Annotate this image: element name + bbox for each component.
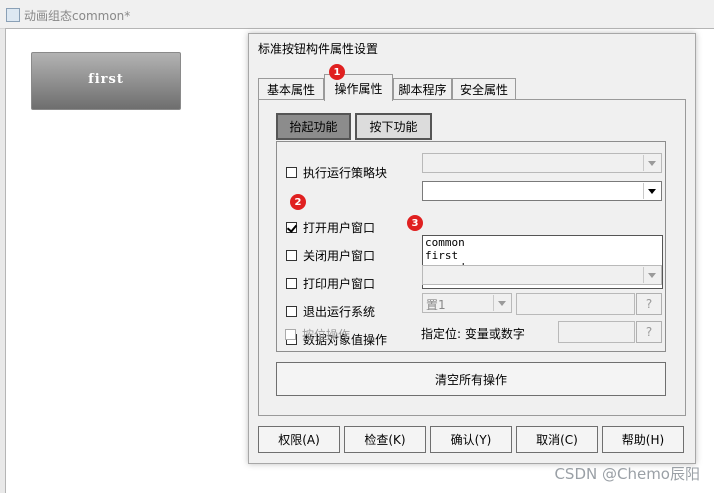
tab-security[interactable]: 安全属性 [452, 78, 516, 100]
annotation-marker-2: 2 [290, 194, 306, 210]
action-label: 按位操作 [302, 327, 351, 342]
assign-bit-field [558, 321, 635, 343]
data-op-select: 置1 [422, 293, 512, 313]
action-label: 执行运行策略块 [303, 165, 388, 180]
chevron-down-icon [643, 155, 660, 171]
action-label: 打开用户窗口 [303, 220, 376, 235]
checkbox-disabled [285, 328, 296, 340]
help-button[interactable]: 帮助(H) [602, 426, 684, 453]
window-titlebar: 动画组态common* [0, 0, 714, 29]
checkbox[interactable] [286, 277, 297, 289]
data-op-value: 置1 [426, 298, 446, 312]
ok-button[interactable]: 确认(Y) [430, 426, 512, 453]
action-row-strategy[interactable]: 执行运行策略块 [286, 163, 387, 181]
chevron-down-icon[interactable] [643, 183, 660, 199]
tab-basic[interactable]: 基本属性 [258, 78, 324, 100]
checkbox-checked[interactable] [286, 221, 297, 233]
window-title: 动画组态common* [24, 9, 131, 23]
exit-combo [422, 265, 662, 285]
watermark: CSDN @Chemo辰阳 [554, 465, 700, 483]
annotation-marker-1: 1 [329, 64, 345, 80]
clear-all-button[interactable]: 清空所有操作 [276, 362, 666, 396]
subtab-release[interactable]: 抬起功能 [276, 113, 351, 140]
chevron-down-icon [493, 295, 510, 311]
checkbox[interactable] [286, 305, 297, 317]
permission-button[interactable]: 权限(A) [258, 426, 340, 453]
assign-bit-browse-button: ? [636, 321, 662, 343]
action-row-close-window[interactable]: 关闭用户窗口 [286, 246, 375, 264]
annotation-marker-3: 3 [407, 215, 423, 231]
check-button[interactable]: 检查(K) [344, 426, 426, 453]
first-button[interactable]: first [31, 52, 181, 110]
subtab-press[interactable]: 按下功能 [355, 113, 432, 140]
assign-bit-label: 指定位: 变量或数字 [421, 327, 525, 341]
data-op-browse-button: ? [636, 293, 662, 315]
action-row-print-window[interactable]: 打印用户窗口 [286, 274, 375, 292]
window-select[interactable] [422, 181, 662, 201]
property-dialog: 标准按钮构件属性设置 基本属性 操作属性 脚本程序 安全属性 抬起功能 按下功能… [248, 33, 696, 464]
action-label: 关闭用户窗口 [303, 248, 376, 263]
dialog-title: 标准按钮构件属性设置 [258, 42, 379, 56]
checkbox[interactable] [286, 249, 297, 261]
action-row-bit-op: 按位操作 [285, 325, 350, 343]
action-row-exit[interactable]: 退出运行系统 [286, 302, 375, 320]
cancel-button[interactable]: 取消(C) [516, 426, 598, 453]
dropdown-option[interactable]: common [425, 236, 662, 250]
action-label: 打印用户窗口 [303, 276, 376, 291]
tab-script[interactable]: 脚本程序 [393, 78, 452, 100]
chevron-down-icon [643, 267, 660, 283]
checkbox[interactable] [286, 166, 297, 178]
strategy-combo [422, 153, 662, 173]
action-label: 退出运行系统 [303, 304, 376, 319]
data-op-field [516, 293, 635, 315]
action-row-open-window[interactable]: 打开用户窗口 [286, 218, 375, 236]
app-icon [6, 8, 20, 22]
